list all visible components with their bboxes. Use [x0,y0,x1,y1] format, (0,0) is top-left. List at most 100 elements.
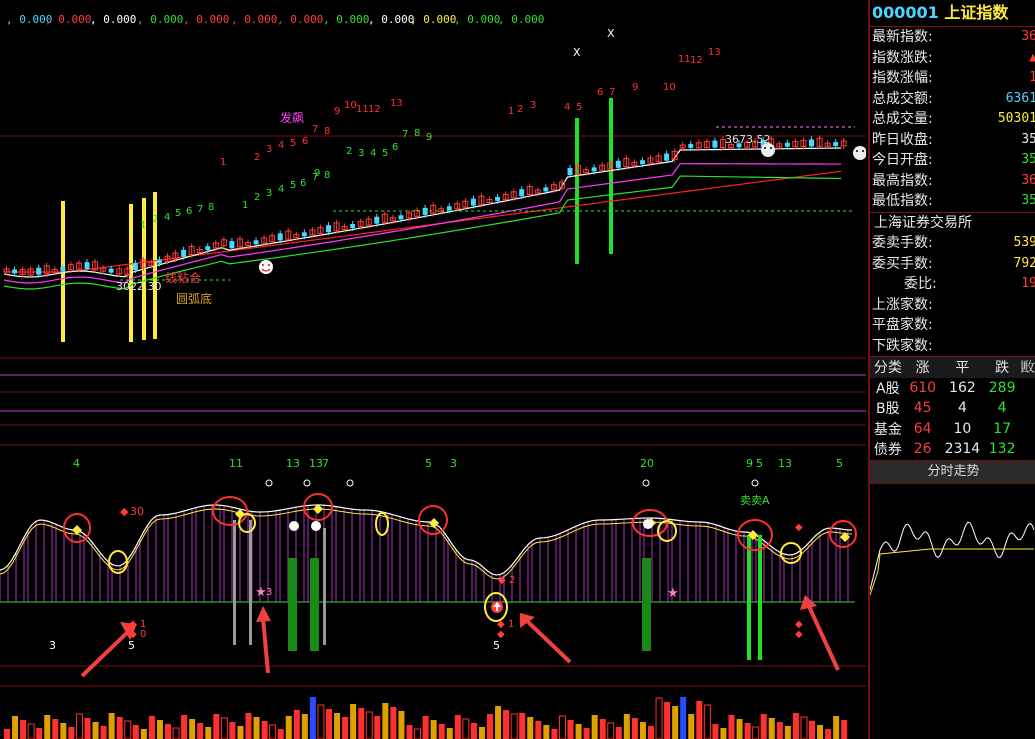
sequence-number: 1 [220,157,226,168]
svg-text:◆: ◆ [795,629,803,640]
indicator-count: 13 [778,457,792,470]
arrow-annotations [80,595,840,678]
sequence-number: 4 [278,140,284,151]
count-label: 5 [128,639,135,652]
sequence-number: 5 [290,138,296,149]
top-value: , 0.000 [90,13,136,26]
smiley-icon [259,260,273,274]
label-yuanhu: 圆弧底 [176,291,212,306]
stat-row: 委买手数: 792 [872,255,1035,272]
sequence-number: 7 [197,204,203,215]
count-label: 5 [493,639,500,652]
svg-text:0: 0 [140,629,146,640]
sequence-number: 10 [344,100,357,111]
indicator-count: 9 [746,457,753,470]
svg-text:◆: ◆ [795,522,803,533]
distribution-row: A股 610 162 289 [876,379,1016,397]
security-name: 上证指数 [944,3,1009,22]
stat-row: 今日开盘: 35 [872,152,1035,168]
sequence-number: 1 [508,106,514,117]
sequence-number: 8 [324,126,330,137]
indicator-count: 5 [756,457,763,470]
stat-row: 下跌家数: [872,337,933,354]
sequence-number: 11 [678,54,691,65]
sequence-number: 9 [314,168,320,179]
indicator-count: 5 [836,457,843,470]
sequence-number: 13 [390,98,403,109]
sequence-number: 13 [708,47,721,58]
sequence-number: 1 [242,200,248,211]
up-arrow-icon [491,601,503,613]
security-title[interactable]: 000001 上证指数 [870,0,1035,27]
indicator-values-row: , 0.000, 0.000, 0.000, 0.000, 0.000, 0.0… [6,13,544,26]
stat-row: 指数涨跌: ▲ [872,49,1035,66]
top-value: , 0.000 [277,13,323,26]
market-distribution-table: 分类涨平跌 𢾺 A股 610 162 289 B股 45 4 4 基金 64 10 17 债券 26 2314… [870,357,1035,460]
indicator-histogram [0,505,849,602]
sequence-number: 12 [368,104,381,115]
sequence-number: 7 [312,124,318,135]
sequence-number: 11 [356,104,369,115]
stat-row: 总成交额: 6361 [872,90,1035,107]
top-value: , 0.000 [323,13,369,26]
distribution-row: 基金 64 10 17 [873,420,1012,438]
sequence-number: 9 [426,132,432,143]
svg-text:◆: ◆ [120,505,129,518]
sequence-number: 7 [402,129,408,140]
distribution-row: B股 45 4 4 [876,400,1007,418]
sequence-number: 3 [266,188,272,199]
stat-row: 最高指数: 36 [872,172,1035,189]
stat-row: 最新指数: 36 [872,29,1035,45]
sequence-number: 3 [358,148,364,159]
top-value: , 0.000 [410,13,456,26]
sequence-number: 5 [382,148,388,159]
svg-text:★: ★ [255,585,267,600]
top-value: , 0.000 [183,13,229,26]
kline-chart-area[interactable]: , 0.000, 0.000, 0.000, 0.000, 0.000, 0.0… [0,0,866,739]
indicator-counts: 4 11 13 13 7 5 3 20 9 5 13 5 [73,457,843,470]
indicator-count: 20 [640,457,654,470]
sequence-number: 2 [152,214,158,225]
count-label: 3 [49,639,56,652]
stat-row: 总成交量: 50301 [872,111,1035,127]
stat-row: 最低指数: 35 [872,193,1035,209]
volume-bars [4,697,848,739]
sequence-number: 3 [266,144,272,155]
sequence-number: 4 [278,184,284,195]
stat-row: 上涨家数: [872,296,933,313]
marker-x: X [607,27,615,40]
sun-icon [265,479,759,487]
indicator-count: 13 [286,457,300,470]
sequence-number: 6 [186,206,192,217]
top-value: , 0.000 [45,13,91,26]
sequence-number: 6 [597,87,603,98]
indicator-count: 11 [229,457,243,470]
sequence-number: 3 [530,100,536,111]
sequence-number: 10 [663,82,676,93]
indicator-count: 5 [425,457,432,470]
label-maimai: 卖卖A [740,494,770,507]
sequence-number: 4 [370,148,376,159]
red-diamond-markers: ◆ 30 ◆ 1 ◆ 0 ◆ 2 ◆ 1 ◆ ◆ ◆ ◆ [120,505,803,640]
sequence-number: 12 [690,55,703,66]
tab-intraday[interactable]: 分时走势 [870,459,1035,484]
sequence-counters: 1 23 4 5 67 8910 11 12131 2 3 4 56 7 9 1011 121312 4 5 6 7 8… [140,47,721,231]
svg-text:1: 1 [508,619,514,630]
svg-text:◆: ◆ [498,575,506,586]
top-value: , 0.000 [368,13,414,26]
quote-panel: 000001 上证指数 最新指数: 36 指数涨跌: ▲ 指数涨幅: 1 总成交额: 6361… [868,0,1035,739]
svg-text:2: 2 [509,575,515,586]
exchange-name: 上海证券交易所 [874,214,972,231]
sequence-number: 8 [414,128,420,139]
sequence-number: 4 [564,102,570,113]
stat-row: 昨日收盘: 35 [872,131,1035,148]
signal-bars-green [575,98,613,264]
stat-row: 平盘家数: [872,317,933,333]
indicator-count: 4 [73,457,80,470]
sequence-number: 6 [300,178,306,189]
sequence-number: 2 [254,192,260,203]
top-value: , 0.000 [498,13,544,26]
indicator-count: 13 [309,457,323,470]
indicator-count: 3 [450,457,457,470]
top-value: , 0.000 [137,13,183,26]
